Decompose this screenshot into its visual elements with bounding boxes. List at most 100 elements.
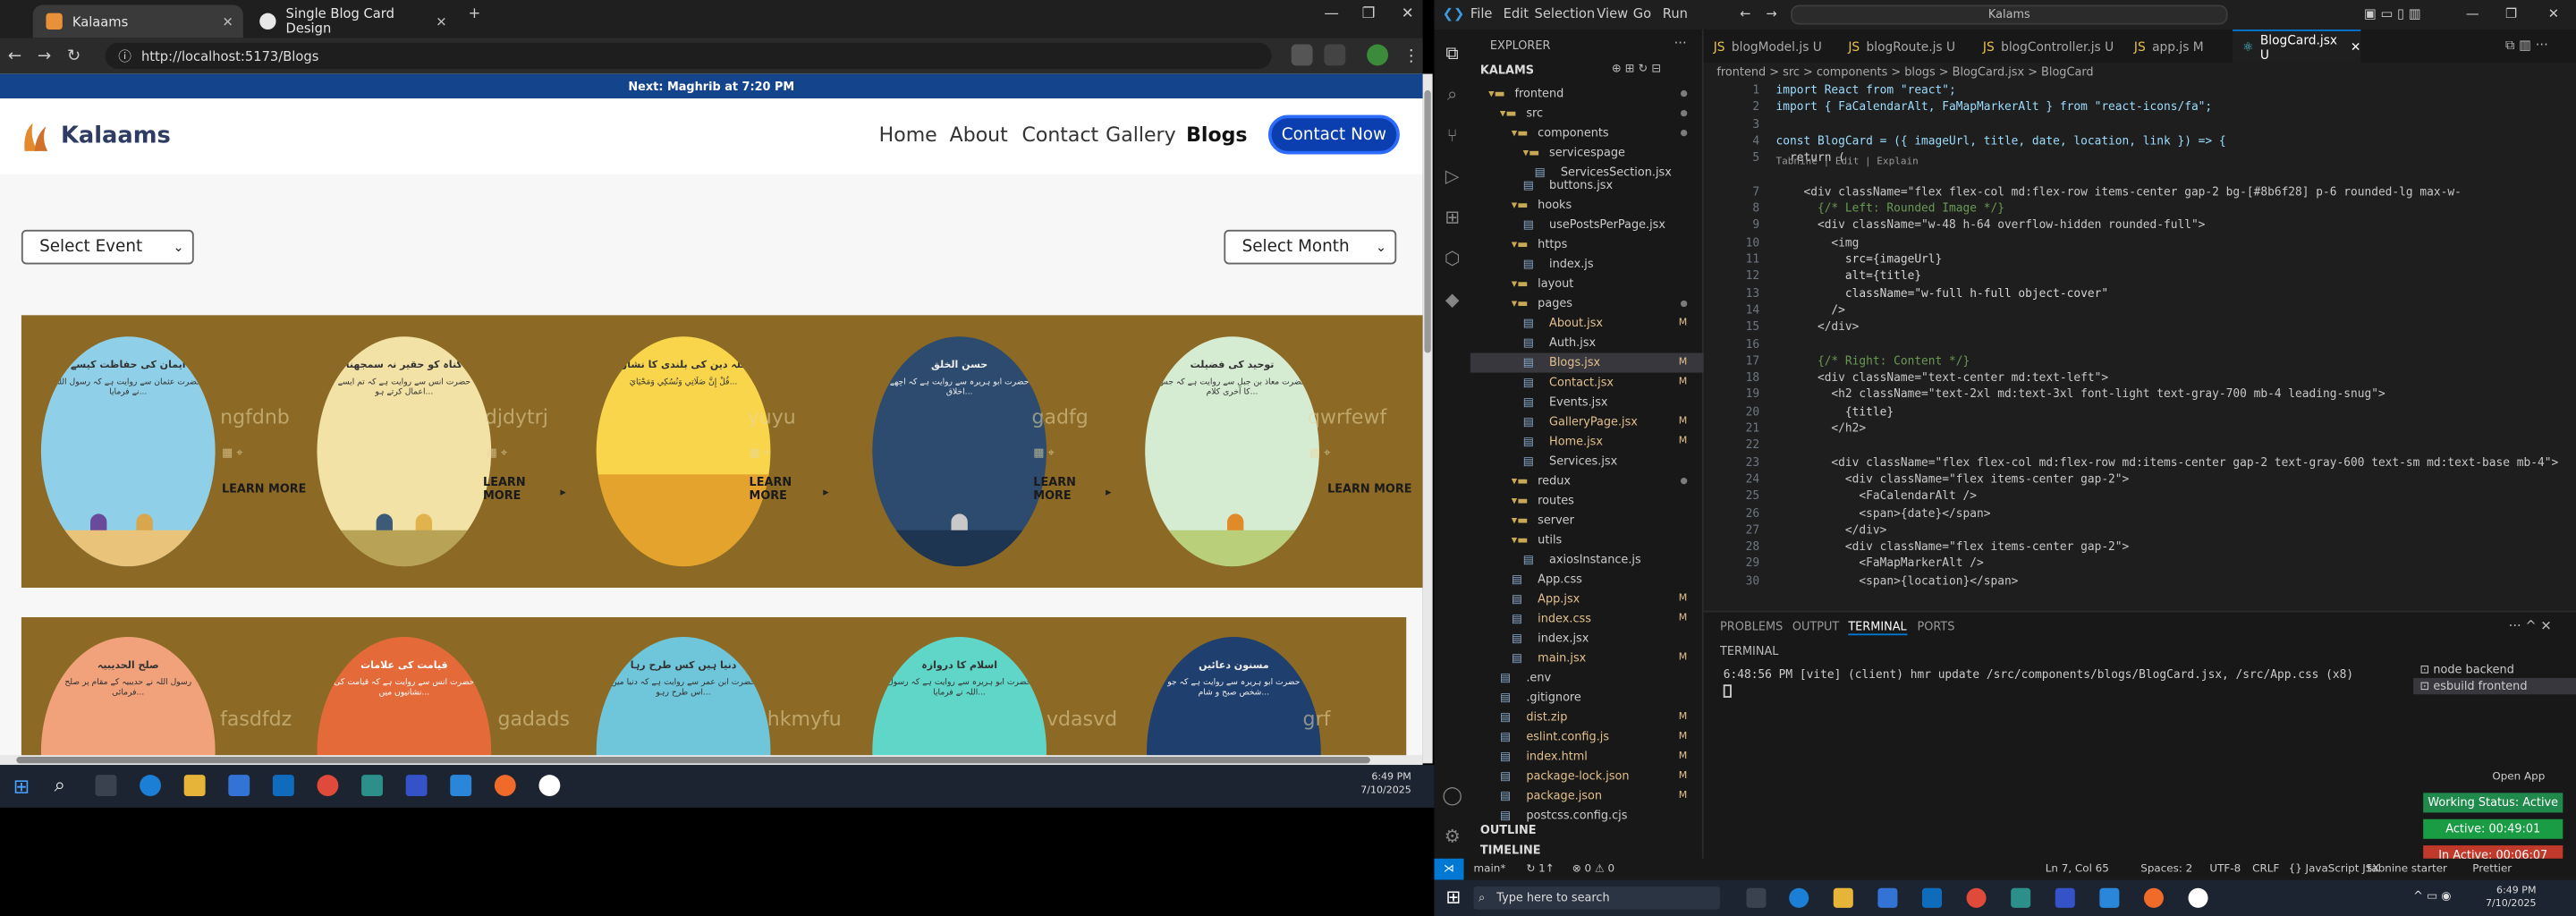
menu-file[interactable]: File xyxy=(1470,6,1493,21)
file-item[interactable]: ▤ index.html M xyxy=(1470,747,1704,767)
horizontal-scrollbar[interactable] xyxy=(0,755,1423,766)
zoom-icon[interactable] xyxy=(405,775,428,797)
tabnine-icon[interactable]: ◆ xyxy=(1441,289,1464,312)
vscode-icon[interactable] xyxy=(450,775,472,797)
more-icon[interactable]: ··· xyxy=(1674,36,1687,51)
file-item[interactable]: ▤ .env xyxy=(1470,668,1704,688)
folder-item[interactable]: ▾▬ hooks xyxy=(1470,195,1704,215)
menu-selection[interactable]: Selection xyxy=(1535,6,1596,21)
vertical-scrollbar[interactable] xyxy=(1422,73,1433,764)
search-icon[interactable]: ⌕ xyxy=(1441,84,1464,107)
terminal-node[interactable]: ⊡ node backend xyxy=(2413,662,2576,678)
back-icon[interactable]: ← xyxy=(0,47,30,64)
tab-kalaams[interactable]: Kalaams ✕ xyxy=(32,4,243,38)
language-mode[interactable]: {} JavaScript JSX xyxy=(2289,861,2380,875)
folder-item[interactable]: ▾▬ routes xyxy=(1470,491,1704,511)
problems-count[interactable]: ⊗ 0 ⚠ 0 xyxy=(1572,861,1614,875)
contact-now-button[interactable]: Contact Now xyxy=(1267,114,1400,155)
url-input[interactable]: ⓘ http://localhost:5173/Blogs xyxy=(105,42,1272,70)
blog-card-image[interactable]: ایمان کی حفاظت کیسے حضرت عثمان سے روایت ہ… xyxy=(40,336,216,567)
run-debug-icon[interactable]: ▷ xyxy=(1441,165,1464,189)
open-app-link[interactable]: Open App xyxy=(2492,770,2545,784)
folder-item[interactable]: ▾▬ servicespage xyxy=(1470,143,1704,163)
file-item[interactable]: ▤ .gitignore xyxy=(1470,688,1704,708)
folder-item[interactable]: ▾▬ pages xyxy=(1470,293,1704,313)
search-icon[interactable]: ⌕ xyxy=(55,773,65,798)
explorer-icon[interactable]: ⧉ xyxy=(1441,43,1464,66)
close-icon[interactable]: ✕ xyxy=(223,14,233,30)
remote-indicator-icon[interactable]: ⋊ xyxy=(1434,858,1464,880)
file-item[interactable]: ▤ buttons.jsx xyxy=(1470,175,1704,195)
edge-icon[interactable] xyxy=(140,775,161,797)
postman-icon[interactable] xyxy=(2143,887,2164,908)
editor-tab[interactable]: JS blogController.js U xyxy=(1973,30,2124,63)
site-logo[interactable]: Kalaams xyxy=(20,118,171,154)
tabnine-status[interactable]: tabnine starter xyxy=(2368,861,2447,875)
file-item[interactable]: ▤ About.jsx M xyxy=(1470,314,1704,334)
folder-item[interactable]: ▾▬ src xyxy=(1470,104,1704,123)
file-item[interactable]: ▤ Auth.jsx xyxy=(1470,334,1704,353)
learn-more-link[interactable]: LEARN MORE xyxy=(222,483,306,496)
file-item[interactable]: ▤ Contact.jsx M xyxy=(1470,373,1704,393)
new-tab-icon[interactable]: + xyxy=(468,6,480,22)
tab-single-blog[interactable]: Single Blog Card Design ✕ xyxy=(247,5,457,38)
minimize-icon[interactable]: — xyxy=(1324,6,1339,22)
blog-card-image[interactable]: حسن الخلق حضرت ابو ہریرہ سے روایت ہے کہ ا… xyxy=(872,336,1046,567)
windows-start-icon[interactable]: ⊞ xyxy=(13,775,30,798)
encoding[interactable]: UTF-8 xyxy=(2209,861,2241,875)
clock[interactable]: 6:49 PM 7/10/2025 xyxy=(1360,772,1411,800)
learn-more-link[interactable]: LEARN MORE xyxy=(1327,483,1411,496)
minimize-icon[interactable]: — xyxy=(2466,6,2479,21)
terminal-output[interactable]: 6:48:56 PM [vite] (client) hmr update /s… xyxy=(1723,668,2353,698)
file-item[interactable]: ▤ index.css M xyxy=(1470,609,1704,629)
indentation[interactable]: Spaces: 2 xyxy=(2140,861,2192,875)
folder-item[interactable]: ▾▬ components xyxy=(1470,123,1704,143)
select-month-dropdown[interactable]: Select Month ⌄ xyxy=(1224,229,1397,265)
menu-go[interactable]: Go xyxy=(1633,6,1651,21)
menu-edit[interactable]: Edit xyxy=(1504,6,1529,21)
editor-tab-active[interactable]: ⚛ BlogCard.jsx U ✕ xyxy=(2233,30,2361,63)
tab-problems[interactable]: PROBLEMS xyxy=(1720,621,1783,634)
prettier-status[interactable]: Prettier xyxy=(2472,861,2512,875)
breadcrumb[interactable]: frontend > src > components > blogs > Bl… xyxy=(1716,65,2093,79)
settings-gear-icon[interactable]: ⚙ xyxy=(1441,826,1464,849)
outlook-icon[interactable] xyxy=(1921,887,1943,908)
menu-icon[interactable]: ⋮ xyxy=(1396,47,1426,64)
folder-item[interactable]: ▾▬ https xyxy=(1470,234,1704,254)
app-icon[interactable] xyxy=(2011,887,2031,908)
nav-gallery[interactable]: Gallery xyxy=(1106,123,1176,147)
blog-card-image[interactable]: دنیا ہیں کس طرح رہا حضرت ابن عمر سے روایت… xyxy=(596,637,771,764)
file-item[interactable]: ▤ Home.jsx M xyxy=(1470,432,1704,452)
learn-more-link[interactable]: LEARN MORE xyxy=(1033,476,1082,504)
chrome-icon[interactable] xyxy=(317,775,339,797)
folder-item[interactable]: ▾▬ layout xyxy=(1470,274,1704,293)
editor-tab[interactable]: JS blogRoute.js U xyxy=(1838,30,1973,63)
source-control-icon[interactable]: ⑂ xyxy=(1441,124,1464,148)
reload-icon[interactable]: ↻ xyxy=(59,47,89,64)
file-item[interactable]: ▤ usePostsPerPage.jsx xyxy=(1470,215,1704,234)
forward-icon[interactable]: → xyxy=(30,47,59,64)
restore-icon[interactable]: ❐ xyxy=(1362,6,1376,22)
tab-output[interactable]: OUTPUT xyxy=(1792,621,1839,634)
nav-blogs[interactable]: Blogs xyxy=(1186,123,1247,147)
file-item[interactable]: ▤ Events.jsx xyxy=(1470,393,1704,412)
file-item[interactable]: ▤ App.jsx M xyxy=(1470,589,1704,609)
file-item[interactable]: ▤ index.jsx xyxy=(1470,629,1704,649)
file-item[interactable]: ▤ Services.jsx xyxy=(1470,452,1704,471)
tray-icons[interactable]: ^ ▭ ◉ xyxy=(2413,890,2451,903)
app-icon[interactable] xyxy=(2188,887,2208,908)
task-view-icon[interactable] xyxy=(1746,887,1767,908)
extensions-icon[interactable]: ⊞ xyxy=(1441,207,1464,230)
command-center-search[interactable]: Kalams xyxy=(1791,4,2228,25)
editor-tab[interactable]: JS blogModel.js U xyxy=(1704,30,1839,63)
panel-actions-icon[interactable]: ··· ^ ✕ xyxy=(2509,619,2552,634)
cursor-position[interactable]: Ln 7, Col 65 xyxy=(2046,861,2109,875)
vscode-icon[interactable] xyxy=(2099,887,2120,908)
account-icon[interactable]: ◯ xyxy=(1441,785,1464,808)
restore-icon[interactable]: ❐ xyxy=(2505,6,2517,21)
git-branch[interactable]: main* xyxy=(1474,861,1506,875)
tab-ports[interactable]: PORTS xyxy=(1917,621,1954,634)
task-view-icon[interactable] xyxy=(95,775,117,797)
learn-more-link[interactable]: LEARN MORE xyxy=(750,476,799,504)
file-item[interactable]: ▤ main.jsx M xyxy=(1470,649,1704,668)
